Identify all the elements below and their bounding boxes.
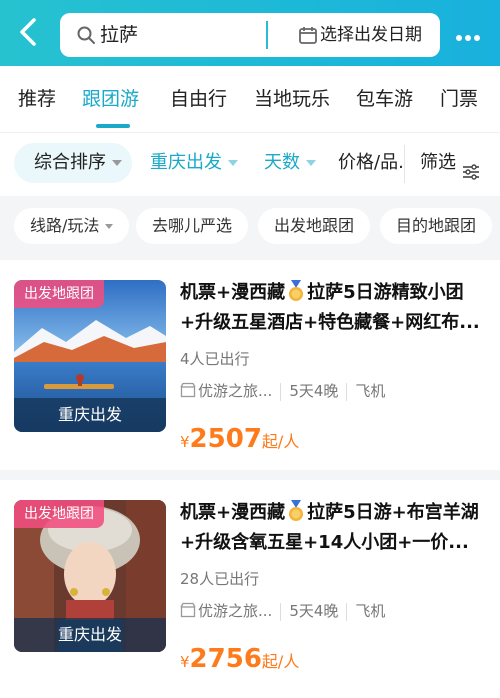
chevron-down-icon: [105, 224, 114, 229]
select-date-button[interactable]: 选择出发日期: [270, 13, 440, 57]
chip-label: 出发地跟团: [274, 216, 355, 235]
sort-label: 综合排序: [34, 152, 106, 173]
gold-medal-icon: [287, 500, 305, 522]
departure-city-label: 重庆出发: [14, 398, 166, 432]
product-price: ¥2507起/人: [180, 424, 299, 454]
more-icon[interactable]: [456, 26, 486, 41]
select-date-label: 选择出发日期: [320, 25, 422, 45]
top-bar: 拉萨 选择出发日期: [0, 0, 500, 66]
duration: 5天4晚: [289, 602, 339, 620]
price-value: 2507: [189, 424, 262, 454]
category-tabs: 推荐 跟团游 自由行 当地玩乐 包车游 门票: [0, 66, 500, 132]
sort-bar: 综合排序 重庆出发 天数 价格/品... 筛选: [0, 132, 500, 196]
days-dropdown[interactable]: 天数: [264, 143, 316, 183]
chip-qunar-select[interactable]: 去哪儿严选: [136, 208, 249, 244]
shop-name: 优游之旅...: [198, 602, 273, 620]
chip-route-theme[interactable]: 线路/玩法: [14, 208, 130, 244]
active-tab-indicator: [96, 124, 130, 128]
chevron-down-icon: [306, 160, 316, 166]
product-tag: 出发地跟团: [14, 280, 104, 308]
chevron-down-icon: [228, 160, 238, 166]
product-card[interactable]: 出发地跟团 重庆出发 机票+漫西藏 拉萨5日游+布宫羊湖+升级含氧五星+14人小团…: [0, 480, 500, 690]
title-prefix: 机票+漫西藏: [180, 282, 286, 303]
tab-charter[interactable]: 包车游: [356, 66, 413, 132]
chip-destination-group[interactable]: 目的地跟团: [380, 208, 493, 244]
price-unit: 起/人: [261, 432, 300, 451]
product-title: 机票+漫西藏 拉萨5日游+布宫羊湖+升级含氧五星+14人小团+一价...: [180, 498, 486, 558]
product-tag: 出发地跟团: [14, 500, 104, 528]
product-image: 出发地跟团 重庆出发: [14, 500, 166, 652]
price-value: 2756: [189, 644, 262, 674]
product-title: 机票+漫西藏 拉萨5日游精致小团+升级五星酒店+特色藏餐+网红布...: [180, 278, 486, 338]
shop-icon: [180, 602, 196, 618]
departure-dropdown[interactable]: 重庆出发: [150, 143, 238, 183]
product-meta: 优游之旅... 5天4晚 飞机: [180, 600, 385, 622]
departure-label: 重庆出发: [150, 152, 222, 173]
title-prefix: 机票+漫西藏: [180, 502, 286, 523]
transport: 飞机: [355, 382, 386, 400]
chip-label: 线路/玩法: [30, 216, 100, 235]
tab-group-tour[interactable]: 跟团游: [82, 66, 139, 132]
back-arrow-icon[interactable]: [14, 14, 44, 50]
filter-icon: [462, 155, 480, 180]
meta-divider: [346, 602, 348, 621]
card-divider: [0, 470, 500, 480]
quick-filter-chips: 线路/玩法 去哪儿严选 出发地跟团 目的地跟团: [0, 196, 500, 260]
duration: 5天4晚: [289, 382, 339, 400]
product-card[interactable]: 出发地跟团 重庆出发 机票+漫西藏 拉萨5日游精致小团+升级五星酒店+特色藏餐+网…: [0, 260, 500, 470]
chip-departure-group[interactable]: 出发地跟团: [258, 208, 371, 244]
tab-tickets[interactable]: 门票: [440, 66, 478, 132]
tab-local-fun[interactable]: 当地玩乐: [254, 66, 330, 132]
product-price: ¥2756起/人: [180, 644, 299, 674]
search-icon: [76, 25, 96, 45]
gold-medal-icon: [287, 280, 305, 302]
search-input[interactable]: 拉萨: [100, 13, 138, 57]
departure-city-label: 重庆出发: [14, 618, 166, 652]
shop-icon: [180, 382, 196, 398]
search-divider: [266, 21, 268, 49]
chip-label: 去哪儿严选: [152, 216, 233, 235]
search-box: 拉萨 选择出发日期: [60, 13, 440, 57]
sort-divider: [404, 145, 405, 183]
meta-divider: [280, 602, 282, 621]
tab-recommend[interactable]: 推荐: [18, 66, 56, 132]
filter-label: 筛选: [420, 152, 456, 173]
product-meta: 优游之旅... 5天4晚 飞机: [180, 380, 385, 402]
product-image: 出发地跟团 重庆出发: [14, 280, 166, 432]
price-label: 价格/品...: [338, 152, 402, 173]
currency-symbol: ¥: [180, 653, 190, 671]
price-dropdown[interactable]: 价格/品...: [338, 143, 402, 183]
days-label: 天数: [264, 152, 300, 173]
tab-free-travel[interactable]: 自由行: [170, 66, 227, 132]
shop-name: 优游之旅...: [198, 382, 273, 400]
sort-dropdown[interactable]: 综合排序: [14, 143, 132, 183]
currency-symbol: ¥: [180, 433, 190, 451]
traveled-count: 4人已出行: [180, 350, 250, 368]
transport: 飞机: [355, 602, 386, 620]
filter-button[interactable]: 筛选: [420, 143, 480, 183]
calendar-icon: [298, 25, 318, 45]
traveled-count: 28人已出行: [180, 570, 260, 588]
meta-divider: [280, 382, 282, 401]
meta-divider: [346, 382, 348, 401]
price-unit: 起/人: [261, 652, 300, 671]
chevron-down-icon: [112, 160, 122, 166]
chip-label: 目的地跟团: [396, 216, 477, 235]
